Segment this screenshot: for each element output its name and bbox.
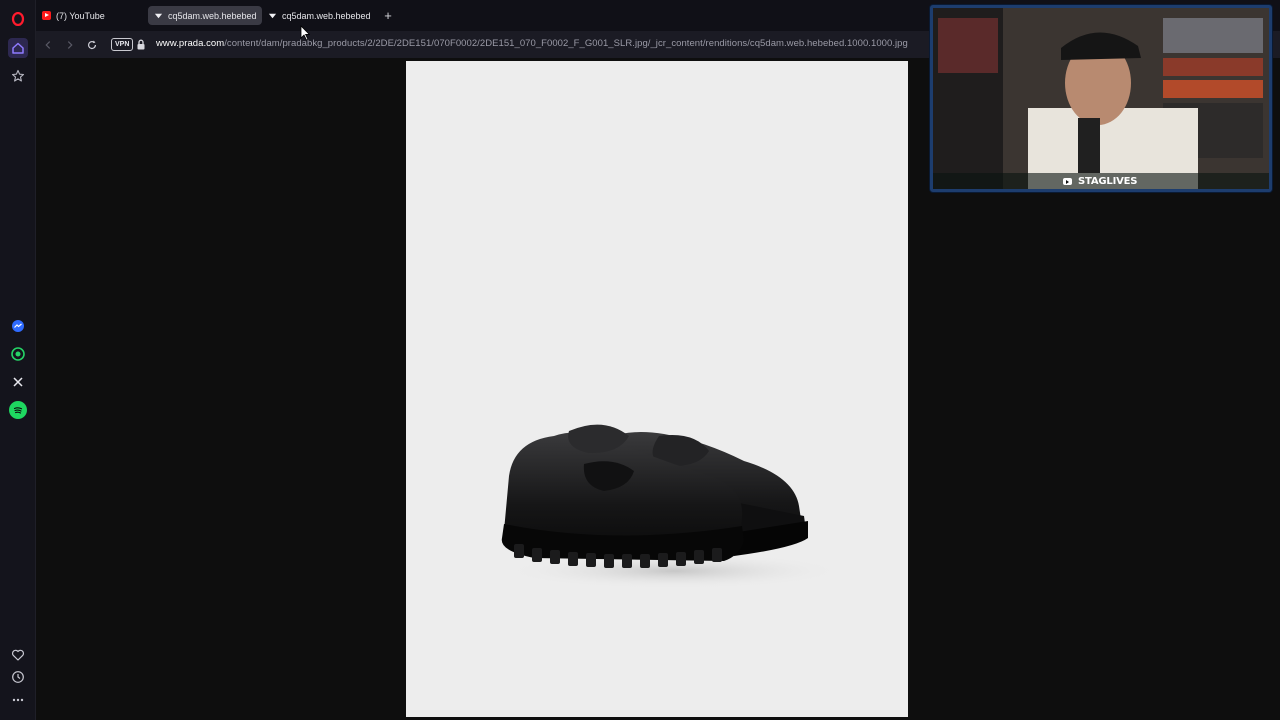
back-button[interactable] [40,37,56,53]
url-path: /content/dam/pradabkg_products/2/2DE/2DE… [224,38,908,49]
history-icon[interactable] [9,668,27,686]
streamer-webcam-image [933,8,1269,189]
tab-image-active[interactable]: cq5dam.web.hebebed.100 [148,6,262,25]
tab-image[interactable]: cq5dam.web.hebebed.100 [262,6,376,25]
youtube-icon [42,11,51,20]
webcam-overlay: STAGLIVES [930,5,1272,192]
tab-label: cq5dam.web.hebebed.100 [282,10,370,21]
tab-youtube[interactable]: (7) YouTube [36,6,146,25]
heart-icon[interactable] [9,646,27,664]
channel-name: STAGLIVES [1078,176,1138,187]
star-icon[interactable] [9,67,27,85]
url-host: www.prada.com [156,38,225,49]
opera-logo-icon[interactable] [9,10,27,28]
new-tab-button[interactable]: + [381,8,395,22]
x-icon[interactable] [9,373,27,391]
more-icon[interactable] [9,691,27,709]
channel-badge: STAGLIVES [1063,176,1137,187]
loafer-shoes-image [501,424,844,589]
screen: (7) YouTube cq5dam.web.hebebed.100 cq5da… [0,0,1280,720]
whatsapp-icon[interactable] [9,345,27,363]
tab-label: (7) YouTube [56,10,105,21]
forward-button[interactable] [62,37,78,53]
messenger-icon[interactable] [9,317,27,335]
home-icon[interactable] [8,38,28,58]
opera-sidebar [0,0,36,720]
product-image[interactable] [406,61,908,717]
chevron-down-icon [154,13,163,19]
spotify-icon[interactable] [9,401,27,419]
tab-label: cq5dam.web.hebebed.100 [168,10,256,21]
lock-icon[interactable] [136,39,146,50]
chevron-down-icon [268,13,277,19]
mouse-cursor-icon [300,25,310,41]
url-field[interactable]: www.prada.com/content/dam/pradabkg_produ… [156,38,908,49]
reload-button[interactable] [84,37,100,53]
vpn-badge[interactable]: VPN [111,38,134,51]
youtube-icon [1063,178,1072,185]
